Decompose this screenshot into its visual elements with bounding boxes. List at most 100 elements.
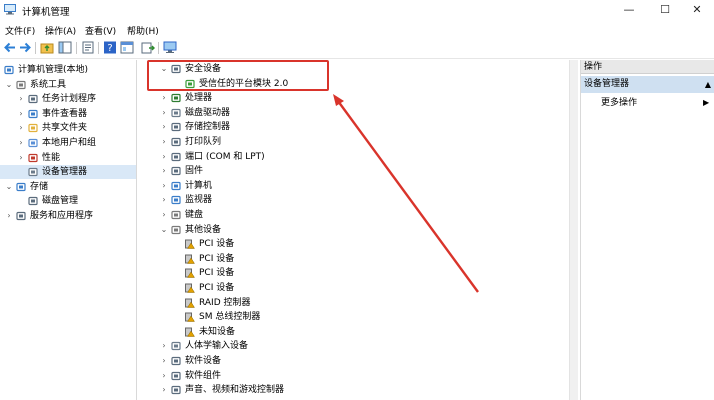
device-tree-item-row[interactable]: › 打印队列 [140,135,568,149]
nav-tree-item-row[interactable]: 设备管理器 [0,165,136,180]
device-tree-item-row[interactable]: SM 总线控制器 [140,310,568,324]
device-tree-item-row[interactable]: › 声音、视频和游戏控制器 [140,383,568,397]
console-view-icon[interactable] [120,41,134,54]
menu-view[interactable]: 查看(V) [85,24,116,37]
device-tree-item-row[interactable]: PCI 设备 [140,266,568,280]
nav-tree-item-row[interactable]: › 本地用户和组 [0,136,136,150]
more-actions-item[interactable]: 更多操作 [601,96,637,110]
window-title: 计算机管理 [22,7,70,18]
device-tree-item-row[interactable]: › 软件设备 [140,354,568,368]
device-tree-item-row[interactable]: › 存储控制器 [140,120,568,134]
device-tree-item-label: RAID 控制器 [199,297,251,308]
device-tree-item-row[interactable]: › 键盘 [140,208,568,222]
collapsed-chevron-icon[interactable]: › [17,107,25,121]
processor-icon [171,93,181,103]
collapsed-chevron-icon[interactable]: › [160,339,168,353]
show-hide-tree-icon[interactable] [58,41,72,54]
device-tree-item-row[interactable]: › 软件组件 [140,369,568,383]
collapsed-chevron-icon[interactable]: › [160,208,168,222]
device-tree-item-row[interactable]: › 处理器 [140,91,568,105]
device-tree-item-row[interactable]: 未知设备 [140,325,568,339]
device-tree-item-label: PCI 设备 [199,268,235,279]
toolbar-separator [35,42,36,54]
collapsed-chevron-icon[interactable]: › [160,383,168,397]
collapsed-chevron-icon[interactable]: › [17,136,25,150]
software-device-icon [171,356,181,366]
maximize-button[interactable]: ☐ [648,0,682,20]
event-viewer-icon [28,109,38,119]
back-arrow-icon[interactable] [3,41,17,54]
device-tree-item-row[interactable]: PCI 设备 [140,237,568,251]
nav-tree-item-row[interactable]: › 性能 [0,151,136,165]
services-apps-icon [16,211,26,221]
device-tree-item-row[interactable]: › 磁盘驱动器 [140,106,568,120]
navigation-tree-pane: 计算机管理(本地) ⌄ 系统工具 › 任务计划程序 › 事件查看器 › 共享文件夹 › 本地用户和组… [0,60,137,400]
export-list-icon[interactable] [141,41,155,54]
disk-management-icon [28,196,38,206]
actions-pane: 操作 设备管理器 ▲ 更多操作 ▶ [580,60,714,400]
minimize-button[interactable]: — [612,0,646,20]
highlight-box [147,60,329,91]
device-tree-item-label: 声音、视频和游戏控制器 [185,385,285,396]
collapsed-chevron-icon[interactable]: › [17,151,25,165]
device-tree-scrollbar[interactable] [569,60,578,400]
device-tree-item-row[interactable]: PCI 设备 [140,252,568,266]
collapsed-chevron-icon[interactable]: › [160,135,168,149]
nav-tree-item-row[interactable]: › 共享文件夹 [0,121,136,135]
actions-header: 操作 [581,60,714,74]
device-tree-item-row[interactable]: › 人体学输入设备 [140,339,568,353]
nav-tree-item-label: 设备管理器 [42,167,88,178]
unknown-device-warning-icon [185,327,195,337]
submenu-arrow-icon: ▶ [703,98,710,107]
device-tree-item-row[interactable]: PCI 设备 [140,281,568,295]
device-tree-item-label: PCI 设备 [199,253,235,264]
nav-tree-item-row[interactable]: ⌄ 存储 [0,180,136,194]
device-tree-item-label: PCI 设备 [199,283,235,293]
monitor-icon [171,195,181,205]
device-tree-item-row[interactable]: ⌄ 其他设备 [140,223,568,237]
nav-tree-item-label: 本地用户和组 [42,138,97,148]
monitor-icon[interactable] [163,41,177,54]
collapsed-chevron-icon[interactable]: › [160,369,168,383]
collapsed-chevron-icon[interactable]: › [160,150,168,164]
properties-icon[interactable] [81,41,95,54]
device-tree-item-row[interactable]: › 端口 (COM 和 LPT) [140,150,568,164]
close-button[interactable]: ✕ [680,0,714,20]
collapsed-chevron-icon[interactable]: › [160,91,168,105]
nav-tree-item-row[interactable]: 计算机管理(本地) [0,63,136,77]
menu-action[interactable]: 操作(A) [45,24,76,37]
collapse-arrow-icon[interactable]: ▲ [705,76,711,93]
collapsed-chevron-icon[interactable]: › [160,193,168,207]
nav-tree-item-row[interactable]: › 事件查看器 [0,107,136,121]
nav-tree-item-row[interactable]: › 服务和应用程序 [0,209,136,223]
toolbar: ? [0,37,714,59]
collapsed-chevron-icon[interactable]: › [160,354,168,368]
collapsed-chevron-icon[interactable]: › [5,209,13,223]
help-icon[interactable]: ? [103,41,117,54]
collapsed-chevron-icon[interactable]: › [160,120,168,134]
nav-tree-item-row[interactable]: › 任务计划程序 [0,92,136,106]
device-tree-item-row[interactable]: › 监视器 [140,193,568,207]
forward-arrow-icon[interactable] [18,41,32,54]
system-tools-icon [16,80,26,90]
nav-tree-item-row[interactable]: ⌄ 系统工具 [0,78,136,92]
port-icon [171,152,181,162]
menu-help[interactable]: 帮助(H) [127,24,159,37]
nav-tree-item-row[interactable]: 磁盘管理 [0,194,136,208]
menu-file[interactable]: 文件(F) [5,24,35,37]
computer-icon [171,181,181,191]
device-tree-item-row[interactable]: › 固件 [140,164,568,178]
device-tree-item-row[interactable]: › 计算机 [140,179,568,193]
collapsed-chevron-icon[interactable]: › [160,179,168,193]
expanded-chevron-icon[interactable]: ⌄ [160,223,168,237]
up-folder-icon[interactable] [40,41,54,54]
collapsed-chevron-icon[interactable]: › [17,92,25,106]
expanded-chevron-icon[interactable]: ⌄ [5,78,13,92]
device-tree-item-row[interactable]: RAID 控制器 [140,296,568,310]
expanded-chevron-icon[interactable]: ⌄ [5,180,13,194]
firmware-icon [171,166,181,176]
collapsed-chevron-icon[interactable]: › [160,164,168,178]
actions-section-device-manager[interactable]: 设备管理器 ▲ [581,76,714,93]
collapsed-chevron-icon[interactable]: › [17,121,25,135]
collapsed-chevron-icon[interactable]: › [160,106,168,120]
